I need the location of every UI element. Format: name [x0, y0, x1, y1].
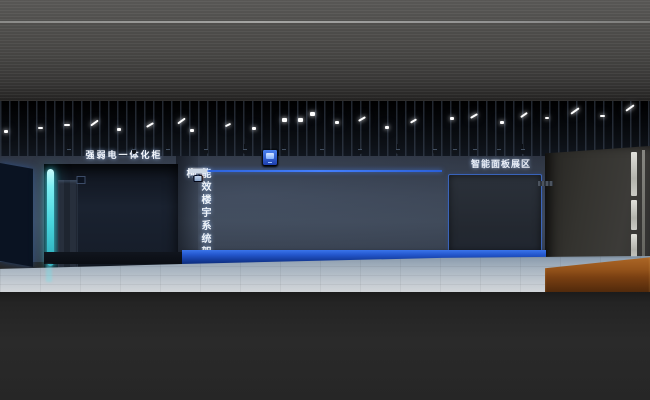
booth-title: 强弱电一体化柜 — [58, 148, 190, 160]
ceiling-light — [38, 127, 43, 129]
blue-accent-line — [196, 170, 442, 172]
pendant-lamp — [320, 149, 324, 154]
upper-wall-band — [0, 0, 650, 101]
foreground-shadow-band — [0, 292, 650, 400]
pendant-lamp — [282, 149, 286, 154]
ceiling-light — [4, 130, 8, 133]
pendant-lamp — [166, 149, 170, 154]
booth-base — [44, 252, 182, 264]
socket-strip — [538, 181, 553, 186]
smart-panel-board — [448, 174, 542, 254]
pendant-lamp — [358, 149, 362, 154]
ceiling-light — [190, 129, 194, 132]
monitor-icon — [263, 150, 277, 165]
pendant-lamp — [453, 149, 457, 154]
pendant-lamp — [243, 149, 247, 154]
smart-panel-area-title: 智能面板展区 — [459, 157, 543, 169]
pendant-lamp — [433, 149, 437, 154]
ceiling-light — [500, 121, 504, 124]
ceiling-light — [335, 121, 339, 124]
pendant-lamp — [132, 149, 136, 154]
window-frame-strip — [642, 150, 645, 262]
window-light-strip — [631, 152, 637, 196]
pendant-lamp — [497, 149, 501, 154]
device-node — [195, 176, 202, 181]
ceiling-light — [252, 127, 256, 130]
window-light-strip — [631, 200, 637, 230]
pendant-lamp — [67, 149, 71, 154]
pendant-lamp — [396, 149, 400, 154]
exhibition-hall-render: 强弱电一体化柜 能效楼宇系统架构 智能面板展区 — [0, 0, 650, 400]
ceiling-light — [450, 117, 454, 120]
pendant-lamp — [521, 149, 525, 154]
pendant-lamp — [473, 149, 477, 154]
panels-row — [197, 175, 441, 253]
ceiling-light — [64, 124, 70, 126]
pendant-lamp — [204, 149, 208, 154]
ceiling-light — [385, 126, 389, 129]
panel-5 — [197, 175, 199, 177]
upper-wall-seam — [0, 21, 650, 23]
cyan-floor-reflection — [46, 264, 52, 282]
ceiling-light — [310, 112, 315, 116]
ceiling-light — [545, 117, 549, 119]
panel-caption-chip — [189, 169, 207, 173]
video-wall — [0, 163, 33, 267]
ceiling-light — [117, 128, 121, 131]
ceiling-light — [298, 118, 303, 122]
window-light-strip — [631, 234, 637, 260]
ceiling-light — [600, 115, 605, 117]
ceiling-light — [282, 118, 287, 122]
